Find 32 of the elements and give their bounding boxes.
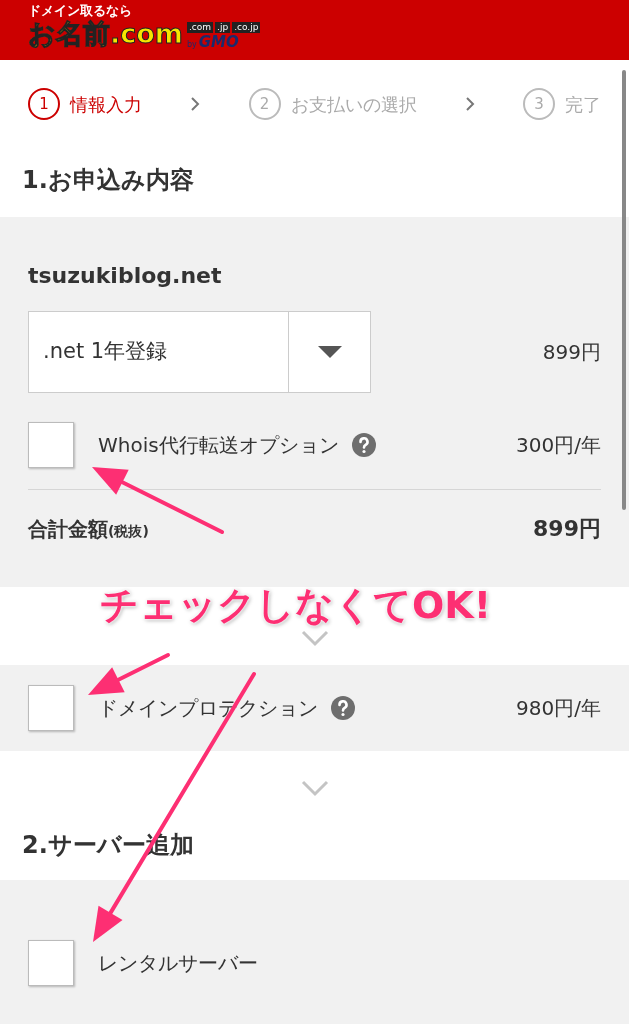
checkbox[interactable] <box>28 685 74 731</box>
logo[interactable]: お名前.com <box>28 18 183 50</box>
total-label: 合計金額(税抜) <box>28 515 149 543</box>
total-price: 899円 <box>533 515 601 543</box>
plan-select[interactable]: .net 1年登録 <box>28 311 371 393</box>
logo-tld: .co.jp <box>232 22 261 33</box>
scrollbar-icon <box>622 70 626 510</box>
logo-by: by <box>186 40 197 50</box>
step-tab[interactable]: 2 お支払いの選択 <box>248 88 417 120</box>
section-title: 1.お申込み内容 <box>22 165 194 196</box>
logo-tagline: ドメイン取るなら <box>28 3 133 18</box>
domain-name: tsuzukiblog.net <box>28 262 223 290</box>
logo-company: GMO <box>198 35 239 50</box>
chevron-down-icon[interactable] <box>300 629 329 647</box>
checkbox[interactable] <box>28 422 74 468</box>
option-label: レンタルサーバー <box>98 950 258 977</box>
step-tab[interactable]: 3 完了 <box>523 88 601 120</box>
chevron-right-icon <box>464 96 475 112</box>
option-price: 980円/年 <box>516 695 601 722</box>
logo-tld: .com <box>186 22 214 33</box>
option-label: Whois代行転送オプション <box>98 432 339 459</box>
help-icon[interactable] <box>330 695 356 721</box>
chevron-right-icon <box>190 96 201 112</box>
step-tab[interactable]: 1 情報入力 <box>28 88 142 120</box>
annotation-text: チェックしなくてOK! <box>100 584 492 626</box>
chevron-down-icon[interactable] <box>300 779 329 797</box>
checkbox[interactable] <box>28 940 74 986</box>
logo-tld: .jp <box>215 22 231 33</box>
help-icon[interactable] <box>350 432 377 458</box>
plan-price: 899円 <box>542 339 601 366</box>
option-price: 300円/年 <box>516 432 601 459</box>
dropdown-caret-icon <box>317 346 342 358</box>
